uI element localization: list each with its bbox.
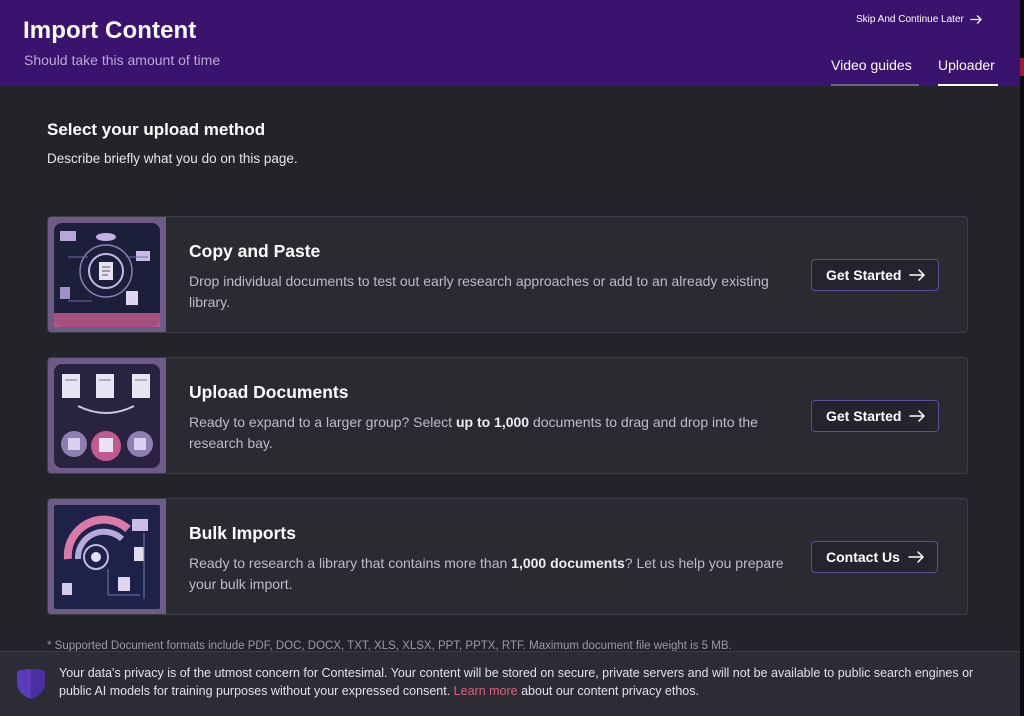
card-title: Bulk Imports (189, 523, 296, 543)
section-title: Select your upload method (47, 120, 266, 139)
section-description: Describe briefly what you do on this pag… (47, 151, 298, 166)
copy-paste-illustration (48, 217, 166, 332)
get-started-button[interactable]: Get Started (811, 259, 940, 291)
upload-method-card-copy-paste: Copy and Paste Drop individual documents… (47, 216, 968, 333)
card-description: Ready to expand to a larger group? Selec… (189, 414, 758, 451)
skip-label: Skip And Continue Later (856, 14, 964, 25)
arrow-right-icon (970, 15, 982, 24)
privacy-text: Your data's privacy is of the utmost con… (59, 666, 974, 698)
shield-icon (17, 669, 45, 699)
contact-us-button[interactable]: Contact Us (811, 541, 938, 573)
arrow-right-icon (909, 410, 926, 422)
upload-method-card-bulk-imports: Bulk Imports Ready to research a library… (47, 498, 968, 615)
button-label: Contact Us (826, 549, 900, 565)
arrow-right-icon (909, 269, 926, 281)
card-description: Ready to research a library that contain… (189, 555, 784, 592)
privacy-banner: Your data's privacy is of the utmost con… (0, 651, 1020, 716)
button-label: Get Started (826, 408, 902, 424)
get-started-button[interactable]: Get Started (811, 400, 940, 432)
learn-more-link[interactable]: Learn more (454, 684, 518, 698)
card-title: Copy and Paste (189, 241, 321, 261)
upload-method-card-upload-documents: Upload Documents Ready to expand to a la… (47, 357, 968, 474)
window-edge-accent (1020, 58, 1024, 76)
tab-video-guides[interactable]: Video guides (831, 57, 919, 86)
tab-uploader[interactable]: Uploader (938, 57, 998, 86)
window-edge (1020, 0, 1024, 716)
card-title: Upload Documents (189, 382, 349, 402)
page-title: Import Content (23, 17, 197, 44)
arrow-right-icon (908, 551, 924, 563)
button-label: Get Started (826, 267, 902, 283)
bulk-imports-illustration (48, 499, 166, 614)
import-content-window: Import Content Should take this amount o… (0, 0, 1020, 716)
card-description: Drop individual documents to test out ea… (189, 273, 769, 310)
upload-documents-illustration (48, 358, 166, 473)
header: Import Content Should take this amount o… (0, 0, 1020, 86)
page-subtitle: Should take this amount of time (24, 52, 221, 68)
skip-and-continue-link[interactable]: Skip And Continue Later (856, 13, 983, 26)
